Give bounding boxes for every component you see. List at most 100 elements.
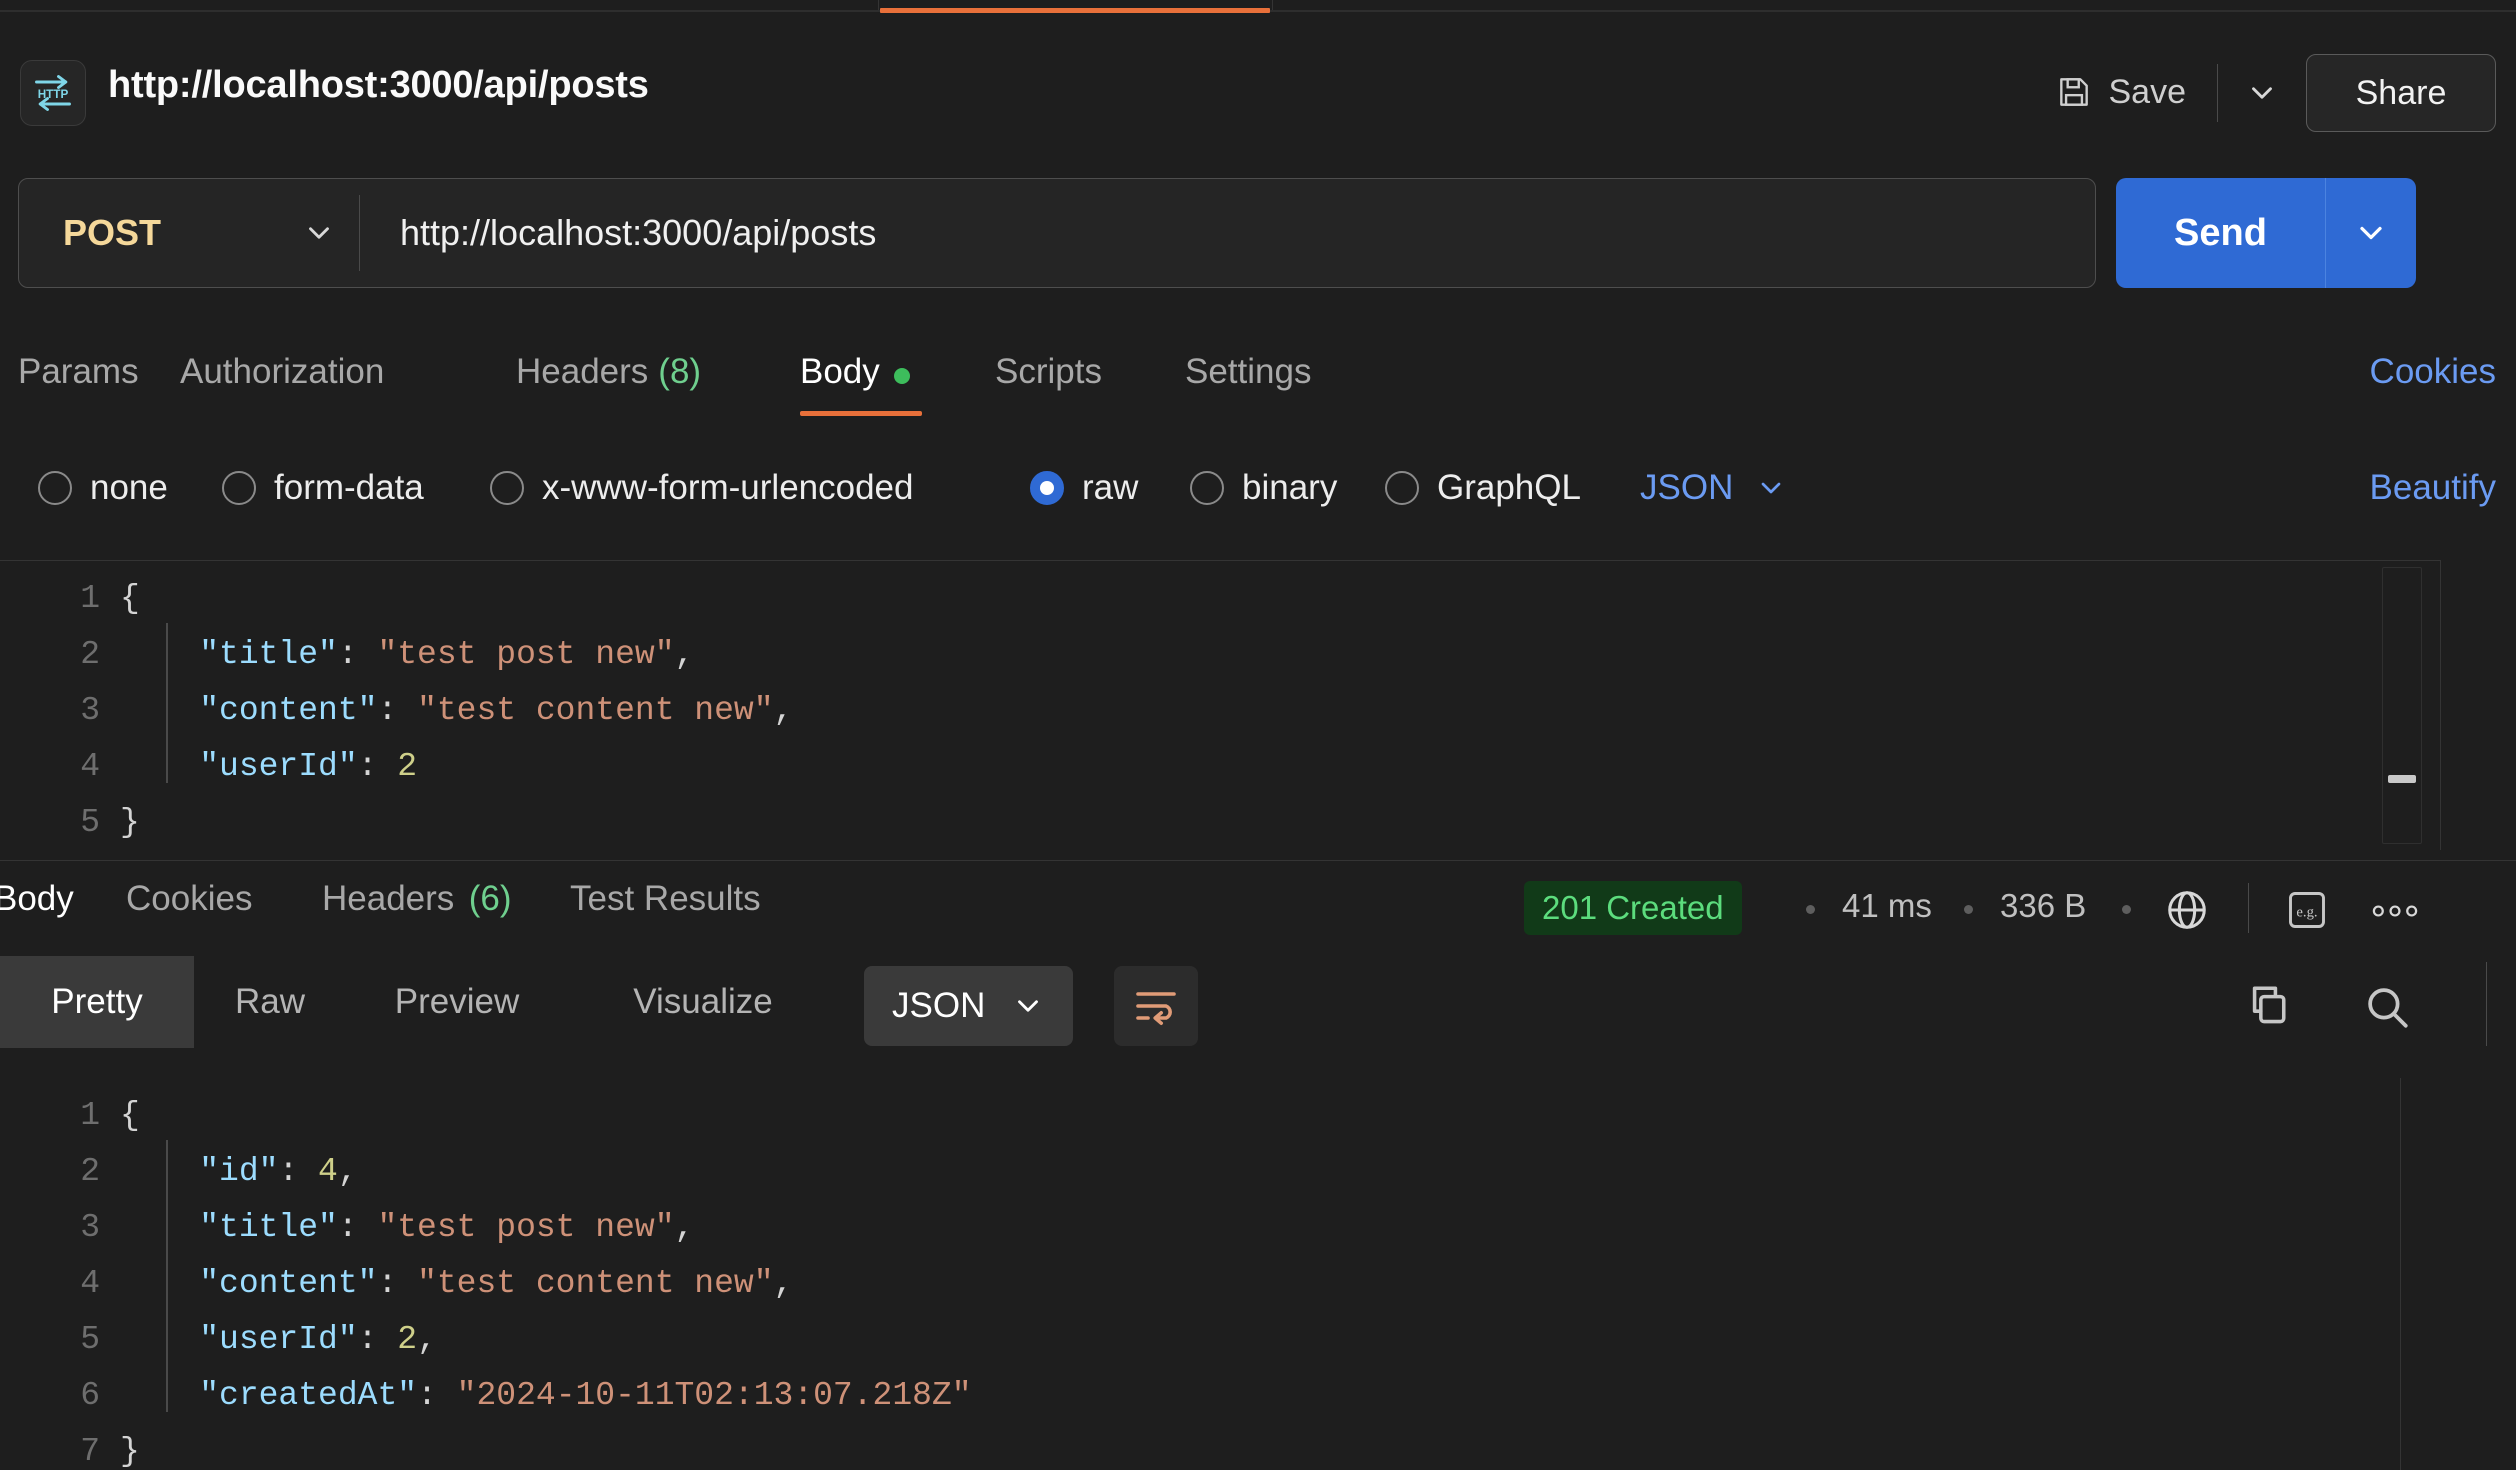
body-type-raw[interactable]: raw (1030, 468, 1138, 508)
response-tab-headers[interactable]: Headers (6) (322, 879, 512, 957)
line-number: 3 (80, 692, 100, 729)
page-title: http://localhost:3000/api/posts (108, 64, 649, 106)
send-options-button[interactable] (2326, 178, 2416, 288)
request-scrollbar-track[interactable] (2382, 567, 2422, 844)
radio-icon (222, 471, 256, 505)
line-number: 2 (80, 1153, 100, 1190)
response-tab-test-results-label: Test Results (570, 879, 761, 918)
save-as-example-icon[interactable]: e.g. (2280, 885, 2334, 935)
method-selector[interactable]: POST (19, 212, 279, 254)
body-type-graphql-label: GraphQL (1437, 468, 1581, 507)
response-tab-headers-label: Headers (322, 879, 455, 918)
radio-icon (1190, 471, 1224, 505)
meta-separator-dot (1964, 905, 1973, 914)
response-size: 336 B (2000, 887, 2087, 924)
body-type-graphql[interactable]: GraphQL (1385, 468, 1581, 508)
response-code[interactable]: { "id": 4, "title": "test post new", "co… (120, 1088, 972, 1470)
request-body-editor[interactable]: 1 2 3 4 5 { "title": "test post new", "conte… (0, 560, 2440, 850)
line-number: 4 (80, 748, 100, 785)
chevron-down-icon (1755, 472, 1787, 504)
response-view-pretty[interactable]: Pretty (0, 956, 194, 1048)
body-type-form-data[interactable]: form-data (222, 468, 424, 508)
method-dropdown-button[interactable] (279, 216, 359, 250)
response-tab-body[interactable]: Body (0, 879, 80, 961)
response-view-raw[interactable]: Raw (194, 956, 346, 1048)
code-line: } (120, 804, 140, 841)
status-badge-label: 201 Created (1542, 889, 1724, 926)
request-tabs: Params Authorization Headers (8) Body Sc… (0, 330, 2516, 438)
save-button[interactable]: Save (2055, 60, 2186, 124)
response-view-raw-label: Raw (234, 982, 306, 1021)
body-type-binary[interactable]: binary (1190, 468, 1337, 508)
line-number: 7 (80, 1433, 100, 1470)
beautify-button[interactable]: Beautify (2370, 468, 2496, 508)
status-divider (2248, 883, 2249, 933)
postman-request-window: HTTP http://localhost:3000/api/posts Sav… (0, 0, 2516, 1470)
cookies-link[interactable]: Cookies (2370, 352, 2496, 392)
tab-authorization[interactable]: Authorization (180, 330, 384, 438)
share-button[interactable]: Share (2306, 54, 2496, 132)
response-gutter: 1 2 3 4 5 6 7 (0, 1088, 100, 1470)
response-format-selector[interactable]: JSON (864, 966, 1074, 1046)
body-modified-indicator (893, 368, 910, 384)
radio-selected-icon (1030, 471, 1064, 505)
tab-separator-left (878, 0, 879, 10)
response-view-preview[interactable]: Preview (346, 956, 568, 1048)
code-line: } (120, 1433, 140, 1470)
response-time: 41 ms (1842, 887, 1932, 924)
code-line: "createdAt": "2024-10-11T02:13:07.218Z" (199, 1377, 972, 1414)
tab-params[interactable]: Params (18, 330, 139, 438)
tab-params-label: Params (18, 352, 139, 391)
header-divider (2217, 64, 2218, 122)
tab-strip (0, 0, 2516, 13)
more-options-icon[interactable] (2366, 887, 2424, 935)
code-line: "id": 4, (199, 1153, 358, 1190)
response-body-editor[interactable]: 1 2 3 4 5 6 7 { "id": 4, "title": "test post n… (0, 1078, 2400, 1470)
send-button-label: Send (2174, 211, 2267, 254)
response-tab-headers-count: (6) (468, 879, 512, 918)
request-editor-right-strip (2440, 560, 2516, 850)
svg-text:e.g.: e.g. (2296, 905, 2317, 921)
response-view-visualize[interactable]: Visualize (568, 956, 838, 1048)
request-scrollbar-thumb[interactable] (2388, 775, 2416, 783)
tab-headers[interactable]: Headers (8) (516, 330, 701, 438)
response-tab-cookies-label: Cookies (126, 879, 253, 918)
body-type-none[interactable]: none (38, 468, 168, 508)
response-tab-test-results[interactable]: Test Results (570, 879, 761, 957)
radio-icon (1385, 471, 1419, 505)
radio-icon (490, 471, 524, 505)
send-button[interactable]: Send (2116, 178, 2325, 288)
tab-body-underline (800, 411, 922, 416)
body-format-label: JSON (1640, 468, 1734, 507)
url-input[interactable]: http://localhost:3000/api/posts (360, 212, 2095, 254)
chevron-down-icon (302, 216, 336, 250)
body-type-raw-label: raw (1082, 468, 1139, 507)
body-format-selector[interactable]: JSON (1640, 468, 1787, 508)
response-format-label: JSON (892, 986, 986, 1025)
tab-settings-label: Settings (1185, 352, 1312, 391)
tab-settings[interactable]: Settings (1185, 330, 1311, 438)
tab-body[interactable]: Body (800, 330, 922, 438)
code-line: { (120, 580, 140, 617)
request-code[interactable]: { "title": "test post new", "content": "… (120, 571, 793, 850)
line-number: 1 (80, 1097, 100, 1134)
code-line: "content": "test content new", (199, 692, 794, 729)
code-line: "title": "test post new", (199, 636, 695, 673)
word-wrap-icon[interactable] (1114, 966, 1198, 1046)
send-button-group: Send (2116, 178, 2416, 288)
code-line: "title": "test post new", (199, 1209, 695, 1246)
tab-body-label: Body (800, 352, 880, 391)
body-type-urlencoded[interactable]: x-www-form-urlencoded (490, 468, 913, 508)
tab-scripts-label: Scripts (995, 352, 1102, 391)
globe-icon[interactable] (2160, 883, 2214, 937)
floppy-disk-icon (2055, 73, 2093, 111)
tab-authorization-label: Authorization (180, 352, 385, 391)
response-tab-cookies[interactable]: Cookies (126, 879, 252, 957)
save-options-button[interactable] (2236, 68, 2288, 118)
copy-icon[interactable] (2230, 972, 2300, 1042)
tab-scripts[interactable]: Scripts (995, 330, 1102, 438)
search-icon[interactable] (2352, 972, 2422, 1042)
body-type-urlencoded-label: x-www-form-urlencoded (542, 468, 914, 507)
response-status-bar: Body Cookies Headers (6) Test Results 20… (0, 860, 2516, 961)
response-tab-body-label: Body (0, 879, 74, 918)
